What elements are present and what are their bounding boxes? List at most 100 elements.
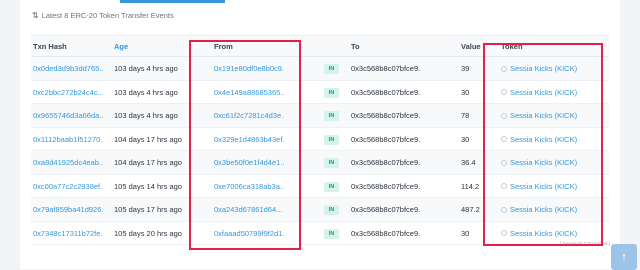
- txn-hash-link[interactable]: 0x7348c17311b72fe...: [33, 229, 103, 238]
- txn-hash-link[interactable]: 0x1112baab1f51270...: [33, 135, 103, 144]
- header-value: Value: [461, 42, 481, 51]
- age-text: 104 days 17 hrs ago: [114, 134, 182, 144]
- table-row: 0xa8d41925dc4eab... 104 days 17 hrs ago 0x…: [31, 151, 609, 175]
- direction-badge: IN: [324, 157, 339, 168]
- table-row: 0x0ded3d9b3dd765... 103 days 4 hrs ago 0x1…: [31, 57, 609, 81]
- to-address-text: 0x3c568b8c07bfce9...: [351, 228, 421, 238]
- txn-hash-link[interactable]: 0x9655746d3a66da...: [33, 111, 103, 120]
- table-row: 0xc2bbc272b24c4c... 103 days 4 hrs ago 0x4…: [31, 81, 609, 104]
- to-address-text: 0x3c568b8c07bfce9...: [351, 87, 421, 97]
- age-text: 105 days 17 hrs ago: [114, 205, 182, 214]
- active-tab-indicator: [120, 0, 225, 3]
- token-logo-icon: [501, 206, 507, 213]
- token-logo-icon: [501, 112, 507, 119]
- token-link[interactable]: Sessia Kicks (KICK): [501, 158, 577, 167]
- value-text: 487.2: [461, 205, 480, 214]
- token-logo-icon: [501, 183, 507, 189]
- token-logo-icon: [501, 230, 507, 236]
- table-row: 0x7348c17311b72fe... 105 days 20 hrs ago 0…: [31, 222, 609, 245]
- arrow-up-icon: ↑: [621, 251, 627, 263]
- value-text: 114.2: [461, 181, 480, 191]
- token-name: Sessia Kicks (KICK): [510, 134, 578, 144]
- download-csv-link[interactable]: [ Download CSV Export ]: [560, 241, 610, 246]
- from-address-link[interactable]: 0x329e1d4863b43ef...: [214, 135, 284, 144]
- in-badge-text: IN: [324, 181, 339, 192]
- table-row: 0x79af859ba41d926... 105 days 17 hrs ago 0…: [31, 198, 609, 222]
- to-address-text: 0x3c568b8c07bfce9...: [351, 64, 421, 73]
- txn-hash-link[interactable]: 0x79af859ba41d926...: [33, 205, 103, 214]
- in-badge-text: IN: [324, 64, 339, 74]
- header-txn-hash: Txn Hash: [33, 42, 67, 51]
- to-address-text: 0x3c568b8c07bfce9...: [351, 181, 421, 191]
- token-link[interactable]: Sessia Kicks (KICK): [501, 229, 577, 238]
- txn-hash-link[interactable]: 0xa8d41925dc4eab...: [33, 158, 103, 167]
- in-badge-text: IN: [324, 87, 339, 98]
- table-row: 0xc00a77c2c2938ef... 105 days 14 hrs ago 0…: [31, 175, 609, 198]
- token-name: Sessia Kicks (KICK): [510, 87, 578, 97]
- to-address-text: 0x3c568b8c07bfce9...: [351, 134, 421, 144]
- from-address-link[interactable]: 0xa243d67861d64...: [214, 205, 284, 214]
- direction-badge: IN: [324, 181, 339, 192]
- token-link[interactable]: Sessia Kicks (KICK): [501, 111, 577, 120]
- txn-hash-link[interactable]: 0xc2bbc272b24c4c...: [33, 88, 103, 97]
- from-address-link[interactable]: 0x4e149a88685365...: [214, 88, 284, 97]
- token-logo-icon: [501, 65, 507, 72]
- from-address-link[interactable]: 0xfaaad50799f9f2d1...: [214, 229, 284, 238]
- token-name: Sessia Kicks (KICK): [510, 158, 578, 167]
- header-age-toggle[interactable]: Age: [114, 42, 128, 51]
- token-name: Sessia Kicks (KICK): [510, 181, 578, 191]
- from-address-link[interactable]: 0xe7006ca318ab3a...: [214, 182, 284, 191]
- txn-hash-link[interactable]: 0xc00a77c2c2938ef...: [33, 182, 103, 191]
- in-badge-text: IN: [324, 228, 339, 239]
- token-link[interactable]: Sessia Kicks (KICK): [501, 135, 577, 144]
- value-text: 78: [461, 111, 470, 120]
- in-badge-text: IN: [324, 158, 339, 168]
- from-address-link[interactable]: 0xc61f2c7281c4d3e...: [214, 111, 284, 120]
- sort-icon: ⇅: [32, 11, 39, 20]
- txn-hash-link[interactable]: 0x0ded3d9b3dd765...: [33, 64, 103, 73]
- token-name: Sessia Kicks (KICK): [510, 205, 578, 214]
- token-link[interactable]: Sessia Kicks (KICK): [501, 182, 577, 191]
- to-address-text: 0x3c568b8c07bfce9...: [351, 205, 421, 214]
- age-text: 104 days 17 hrs ago: [114, 158, 182, 167]
- from-address-link[interactable]: 0x191e80df0e8b0c9...: [214, 64, 284, 73]
- value-text: 30: [461, 134, 470, 144]
- scroll-to-top-button[interactable]: ↑: [611, 244, 637, 270]
- direction-badge: IN: [324, 228, 339, 239]
- in-badge-text: IN: [324, 134, 339, 145]
- caption-text: Latest 8 ERC-20 Token Transfer Events: [41, 11, 174, 20]
- token-name: Sessia Kicks (KICK): [510, 228, 578, 238]
- table-header-row: Txn Hash Age From To Value Token: [31, 35, 609, 57]
- token-link[interactable]: Sessia Kicks (KICK): [501, 88, 577, 97]
- age-text: 105 days 20 hrs ago: [114, 228, 182, 238]
- header-token: Token: [501, 42, 523, 51]
- age-text: 105 days 14 hrs ago: [114, 181, 182, 191]
- direction-badge: IN: [324, 63, 339, 74]
- age-text: 103 days 4 hrs ago: [114, 111, 178, 120]
- token-logo-icon: [501, 136, 507, 142]
- token-link[interactable]: Sessia Kicks (KICK): [501, 64, 577, 73]
- table-body: 0x0ded3d9b3dd765... 103 days 4 hrs ago 0x1…: [31, 57, 609, 245]
- table-row: 0x1112baab1f51270... 104 days 17 hrs ago 0…: [31, 128, 609, 151]
- direction-badge: IN: [324, 134, 339, 145]
- age-text: 103 days 4 hrs ago: [114, 87, 178, 97]
- in-badge-text: IN: [324, 205, 339, 215]
- header-from: From: [214, 42, 233, 51]
- direction-badge: IN: [324, 110, 339, 121]
- to-address-text: 0x3c568b8c07bfce9...: [351, 158, 421, 167]
- token-name: Sessia Kicks (KICK): [510, 111, 578, 120]
- direction-badge: IN: [324, 204, 339, 215]
- value-text: 36.4: [461, 158, 476, 167]
- to-address-text: 0x3c568b8c07bfce9...: [351, 111, 421, 120]
- direction-badge: IN: [324, 87, 339, 98]
- value-text: 30: [461, 228, 470, 238]
- token-logo-icon: [501, 89, 507, 95]
- header-to: To: [351, 42, 360, 51]
- age-text: 103 days 4 hrs ago: [114, 64, 178, 73]
- value-text: 39: [461, 64, 470, 73]
- token-name: Sessia Kicks (KICK): [510, 64, 578, 73]
- transfers-table: Txn Hash Age From To Value Token 0x0ded3…: [31, 35, 609, 245]
- in-badge-text: IN: [324, 111, 339, 121]
- from-address-link[interactable]: 0x3be50f0e1f4d4e1...: [214, 158, 284, 167]
- token-link[interactable]: Sessia Kicks (KICK): [501, 205, 577, 214]
